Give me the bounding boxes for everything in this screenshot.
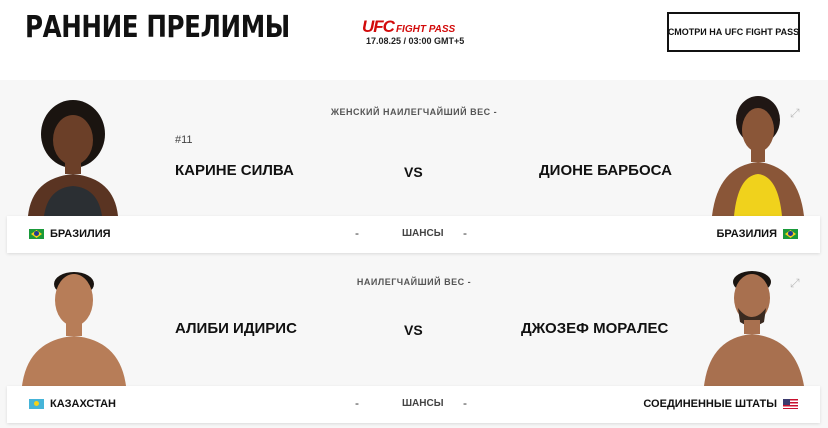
fight-card: ⤢ НАИЛЕГЧАЙШИЙ ВЕС - АЛИБИ ИДИРИС VS ДЖО… bbox=[0, 262, 828, 428]
fighter-red-name[interactable]: КАРИНЕ СИЛВА bbox=[175, 162, 294, 179]
brazil-flag-icon bbox=[783, 229, 798, 239]
country-label: БРАЗИЛИЯ bbox=[716, 228, 777, 240]
odds-label: ШАНСЫ bbox=[402, 228, 444, 239]
weight-class: НАИЛЕГЧАЙШИЙ ВЕС - bbox=[356, 277, 472, 287]
fighter-red-name[interactable]: АЛИБИ ИДИРИС bbox=[175, 320, 297, 337]
fight-card: ⤢ ЖЕНСКИЙ НАИЛЕГЧАЙШИЙ ВЕС - #11 КАРИНЕ … bbox=[0, 92, 828, 258]
usa-flag-icon bbox=[783, 399, 798, 409]
fighter-rank: #11 bbox=[175, 134, 193, 146]
blue-odds-value: - bbox=[463, 226, 467, 240]
ufc-logo-text: UFC bbox=[362, 17, 395, 36]
versus-label: VS bbox=[404, 322, 423, 338]
blue-odds-value: - bbox=[463, 396, 467, 410]
page-title: РАННИЕ ПРЕЛИМЫ bbox=[25, 10, 290, 45]
country-label: КАЗАХСТАН bbox=[50, 398, 116, 410]
fighter-blue-country: СОЕДИНЕННЫЕ ШТАТЫ bbox=[643, 398, 798, 410]
page-header: РАННИЕ ПРЕЛИМЫ UFC FIGHT PASS 17.08.25 / … bbox=[0, 0, 828, 80]
fighter-red-country: КАЗАХСТАН bbox=[29, 398, 116, 410]
fight-odds-bar: КАЗАХСТАН - ШАНСЫ - СОЕДИНЕННЫЕ ШТАТЫ bbox=[7, 386, 820, 423]
brazil-flag-icon bbox=[29, 229, 44, 239]
fighter-blue-country: БРАЗИЛИЯ bbox=[716, 228, 798, 240]
odds-label: ШАНСЫ bbox=[402, 398, 444, 409]
fighter-red-country: БРАЗИЛИЯ bbox=[29, 228, 111, 240]
country-label: БРАЗИЛИЯ bbox=[50, 228, 111, 240]
kazakhstan-flag-icon bbox=[29, 399, 44, 409]
ufc-fight-pass-logo[interactable]: UFC FIGHT PASS 17.08.25 / 03:00 GMT+5 bbox=[362, 17, 472, 46]
country-label: СОЕДИНЕННЫЕ ШТАТЫ bbox=[643, 398, 777, 410]
fighter-blue-name[interactable]: ДИОНЕ БАРБОСА bbox=[539, 162, 672, 179]
watch-on-fight-pass-button[interactable]: СМОТРИ НА UFC FIGHT PASS bbox=[667, 12, 800, 52]
fight-pass-logo-text: FIGHT PASS bbox=[395, 24, 456, 35]
versus-label: VS bbox=[404, 164, 423, 180]
red-odds-value: - bbox=[355, 396, 359, 410]
fight-odds-bar: БРАЗИЛИЯ - ШАНСЫ - БРАЗИЛИЯ bbox=[7, 216, 820, 253]
event-date-time: 17.08.25 / 03:00 GMT+5 bbox=[366, 36, 465, 46]
red-odds-value: - bbox=[355, 226, 359, 240]
weight-class: ЖЕНСКИЙ НАИЛЕГЧАЙШИЙ ВЕС - bbox=[330, 107, 498, 117]
fighter-blue-name[interactable]: ДЖОЗЕФ МОРАЛЕС bbox=[521, 320, 668, 337]
